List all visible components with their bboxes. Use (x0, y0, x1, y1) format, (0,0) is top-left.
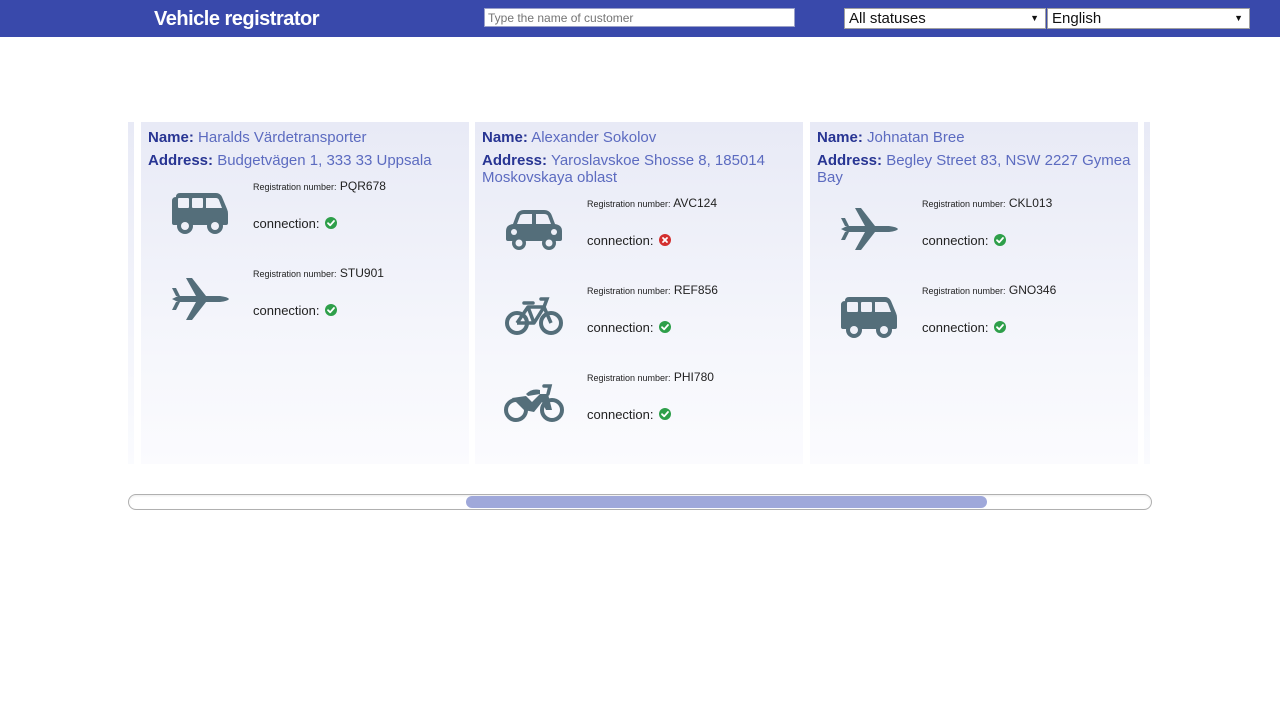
status-filter-value: All statuses (849, 10, 926, 27)
connection-label: connection: (922, 233, 989, 248)
top-bar: Vehicle registrator All statuses ▼ Engli… (0, 0, 1280, 37)
vehicle-item[interactable]: Registration number: GNO346 connection: (817, 279, 1131, 366)
registration-label: Registration number: (922, 199, 1006, 209)
customer-card: Name: Johnatan Bree Address: Begley Stre… (810, 122, 1138, 464)
connection-line: connection: (253, 303, 338, 318)
registration-line: Registration number: PHI780 (587, 370, 714, 384)
registration-number: STU901 (339, 266, 384, 280)
registration-label: Registration number: (587, 199, 671, 209)
van-icon (839, 293, 899, 339)
registration-line: Registration number: CKL013 (922, 196, 1052, 210)
previous-card-edge (128, 122, 134, 464)
registration-line: Registration number: PQR678 (253, 179, 386, 193)
app-title: Vehicle registrator (154, 8, 320, 30)
name-label: Name: (817, 129, 863, 146)
vehicle-item[interactable]: Registration number: PHI780 connection: (482, 366, 796, 453)
vehicle-item[interactable]: Registration number: CKL013 connection: (817, 192, 1131, 279)
connected-check-icon (994, 321, 1007, 333)
customer-name: Haralds Värdetransporter (198, 129, 367, 146)
jet-icon (839, 206, 899, 252)
registration-label: Registration number: (253, 269, 337, 279)
car-icon (504, 206, 564, 252)
scrollbar-thumb[interactable] (466, 496, 987, 508)
connection-line: connection: (253, 216, 338, 231)
registration-number: PHI780 (673, 370, 714, 384)
horizontal-scrollbar[interactable] (128, 494, 1152, 510)
connection-label: connection: (587, 407, 654, 422)
customer-search-input[interactable] (484, 8, 795, 27)
registration-line: Registration number: STU901 (253, 266, 384, 280)
connection-line: connection: (587, 407, 672, 422)
language-select[interactable]: English ▼ (1047, 8, 1250, 29)
connection-line: connection: (922, 233, 1007, 248)
connection-label: connection: (587, 233, 654, 248)
registration-label: Registration number: (587, 373, 671, 383)
connection-line: connection: (922, 320, 1007, 335)
dropdown-arrow-icon: ▼ (1234, 13, 1243, 23)
registration-number: PQR678 (339, 179, 386, 193)
vehicle-item[interactable]: Registration number: PQR678 connection: (148, 175, 462, 262)
registration-number: AVC124 (673, 196, 718, 210)
registration-label: Registration number: (922, 286, 1006, 296)
connected-check-icon (659, 321, 672, 333)
language-value: English (1052, 10, 1102, 27)
customer-name-line: Name: Johnatan Bree (817, 129, 1131, 146)
vehicle-item[interactable]: Registration number: STU901 connection: (148, 262, 462, 349)
vehicle-item[interactable]: Registration number: REF856 connection: (482, 279, 796, 366)
address-label: Address: (817, 152, 883, 169)
registration-label: Registration number: (253, 182, 337, 192)
customer-name-line: Name: Haralds Värdetransporter (148, 129, 462, 146)
customer-card: Name: Haralds Värdetransporter Address: … (141, 122, 469, 464)
registration-line: Registration number: GNO346 (922, 283, 1056, 297)
name-label: Name: (482, 129, 528, 146)
customer-name: Johnatan Bree (867, 129, 965, 146)
disconnected-cross-icon (659, 234, 672, 246)
customer-address: Budgetvägen 1, 333 33 Uppsala (217, 152, 432, 169)
connected-check-icon (325, 304, 338, 316)
connected-check-icon (994, 234, 1007, 246)
address-label: Address: (148, 152, 214, 169)
registration-number: GNO346 (1008, 283, 1057, 297)
dropdown-arrow-icon: ▼ (1030, 13, 1039, 23)
customer-carousel: Name: Haralds Värdetransporter Address: … (128, 122, 1152, 464)
van-icon (170, 189, 230, 235)
bicycle-icon (504, 293, 564, 339)
registration-line: Registration number: REF856 (587, 283, 718, 297)
customer-name-line: Name: Alexander Sokolov (482, 129, 796, 146)
connection-line: connection: (587, 320, 672, 335)
address-label: Address: (482, 152, 548, 169)
connection-line: connection: (587, 233, 672, 248)
connected-check-icon (325, 217, 338, 229)
customer-name: Alexander Sokolov (531, 129, 657, 146)
customer-address-line: Address: Begley Street 83, NSW 2227 Gyme… (817, 152, 1131, 186)
connection-label: connection: (253, 303, 320, 318)
customer-address-line: Address: Budgetvägen 1, 333 33 Uppsala (148, 152, 462, 169)
registration-line: Registration number: AVC124 (587, 196, 717, 210)
connection-label: connection: (587, 320, 654, 335)
connection-label: connection: (922, 320, 989, 335)
registration-label: Registration number: (587, 286, 671, 296)
vehicle-item[interactable]: Registration number: AVC124 connection: (482, 192, 796, 279)
customer-address-line: Address: Yaroslavskoe Shosse 8, 185014 M… (482, 152, 796, 186)
next-card-edge (1144, 122, 1150, 464)
jet-icon (170, 276, 230, 322)
name-label: Name: (148, 129, 194, 146)
registration-number: CKL013 (1008, 196, 1053, 210)
registration-number: REF856 (673, 283, 718, 297)
status-filter-select[interactable]: All statuses ▼ (844, 8, 1046, 29)
connected-check-icon (659, 408, 672, 420)
motorcycle-icon (504, 380, 564, 426)
customer-card: Name: Alexander Sokolov Address: Yarosla… (475, 122, 803, 464)
connection-label: connection: (253, 216, 320, 231)
